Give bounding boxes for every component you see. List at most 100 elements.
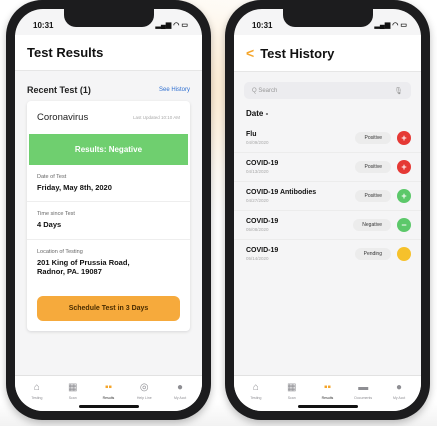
history-status: Positive +	[355, 189, 411, 203]
history-date: 04/09/2020	[246, 140, 269, 145]
tab-label: Results	[321, 395, 334, 400]
profile-icon: ●	[177, 381, 184, 393]
field-location: Location of Testing 201 King of Prussia …	[27, 240, 190, 286]
field-label: Location of Testing	[37, 248, 83, 255]
tab-label: Help Line	[136, 395, 152, 400]
history-row[interactable]: COVID-19 Antibodies 04/27/2020 Positive …	[234, 182, 421, 211]
help-icon: ◎	[139, 381, 149, 393]
documents-icon: ▬	[358, 381, 369, 393]
history-name: COVID-19	[246, 247, 279, 254]
tab-label: Testing	[31, 395, 43, 400]
tab-label: My Acct	[173, 395, 187, 400]
results-icon: ▪▪	[323, 381, 332, 393]
status-pill: Positive	[355, 132, 391, 144]
history-status: Positive +	[355, 160, 411, 174]
status-time: 10:31	[252, 20, 273, 30]
minus-icon[interactable]: −	[397, 218, 411, 232]
tab-label: Scan	[68, 395, 77, 400]
phone-test-results: 10:31 ▂▄▆ ◠ ▭ Test Results Recent Test (…	[6, 0, 211, 420]
tab-my-acct[interactable]: ● My Acct	[384, 382, 414, 400]
profile-icon: ●	[396, 381, 403, 393]
history-row[interactable]: COVID-19 05/14/2020 Pending	[234, 240, 421, 268]
history-name: COVID-19 Antibodies	[246, 189, 317, 196]
history-row[interactable]: Flu 04/09/2020 Positive +	[234, 124, 421, 153]
phone-notch	[282, 9, 373, 27]
wifi-icon: ◠	[392, 22, 399, 29]
signal-icon: ▂▄▆	[374, 22, 391, 29]
status-pill: Negative	[353, 219, 391, 231]
header: Test Results	[15, 35, 202, 71]
card-header: Coronavirus Last Updated 10:10 AM	[27, 101, 190, 134]
plus-icon[interactable]: +	[397, 160, 411, 174]
wifi-icon: ◠	[173, 22, 180, 29]
field-value: 201 King of Prussia Road, Radnor, PA. 19…	[37, 257, 130, 277]
tab-testing[interactable]: ⌂ Testing	[241, 382, 271, 400]
home-indicator[interactable]	[297, 405, 358, 408]
tab-label: My Acct	[392, 395, 406, 400]
tab-scan[interactable]: ▦ Scan	[58, 382, 88, 400]
test-name: Coronavirus	[37, 112, 89, 123]
history-date: 04/13/2020	[246, 169, 269, 174]
back-button[interactable]: <	[246, 45, 254, 61]
field-label: Date of Test	[37, 174, 67, 180]
status-icons: ▂▄▆ ◠ ▭	[156, 21, 188, 29]
tab-my-acct[interactable]: ● My Acct	[165, 382, 195, 400]
signal-icon: ▂▄▆	[155, 22, 172, 29]
history-row[interactable]: COVID-19 04/13/2020 Positive +	[234, 153, 421, 182]
home-icon: ⌂	[252, 381, 259, 393]
battery-icon: ▭	[400, 22, 407, 29]
test-results-screen: 10:31 ▂▄▆ ◠ ▭ Test Results Recent Test (…	[15, 9, 202, 411]
see-history-link[interactable]: See History	[159, 87, 190, 93]
field-date-of-test: Date of Test Friday, May 8th, 2020	[27, 165, 190, 203]
history-info: COVID-19 05/14/2020	[246, 247, 278, 261]
tab-label: Documents	[354, 395, 373, 400]
history-info: Flu 04/09/2020	[246, 131, 269, 145]
tab-testing[interactable]: ⌂ Testing	[22, 382, 52, 400]
date-sort-header[interactable]: Date -	[234, 103, 421, 124]
result-banner: Results: Negative	[29, 134, 188, 165]
tab-label: Results	[102, 395, 115, 400]
home-indicator[interactable]	[78, 405, 139, 408]
history-row[interactable]: COVID-19 05/08/2020 Negative −	[234, 211, 421, 240]
search-left: Q Search	[252, 88, 277, 94]
history-name: COVID-19	[246, 160, 279, 167]
tab-label: Scan	[287, 395, 296, 400]
tab-documents[interactable]: ▬ Documents	[348, 382, 378, 400]
field-value: Friday, May 8th, 2020	[37, 183, 112, 192]
pending-dot-icon[interactable]	[397, 247, 411, 261]
recent-test-header: Recent Test (1) See History	[15, 71, 202, 101]
status-pill: Pending	[354, 248, 391, 260]
status-icons: ▂▄▆ ◠ ▭	[375, 21, 407, 29]
results-icon: ▪▪	[104, 381, 113, 393]
field-value: 4 Days	[37, 220, 62, 230]
tab-results[interactable]: ▪▪ Results	[312, 382, 342, 400]
history-status: Positive +	[355, 131, 411, 145]
phone-notch	[63, 9, 154, 27]
test-result-card: Coronavirus Last Updated 10:10 AM Result…	[27, 101, 190, 331]
header: < Test History	[234, 35, 421, 72]
tab-label: Testing	[250, 395, 262, 400]
history-date: 04/27/2020	[246, 198, 269, 203]
tab-scan[interactable]: ▦ Scan	[277, 382, 307, 400]
plus-icon[interactable]: +	[397, 131, 411, 145]
history-status: Pending	[354, 247, 411, 261]
tab-help-line[interactable]: ◎ Help Line	[129, 382, 159, 400]
tab-results[interactable]: ▪▪ Results	[93, 382, 123, 400]
history-name: COVID-19	[246, 218, 279, 225]
microphone-icon[interactable]: 🎙︎	[394, 87, 403, 95]
status-time: 10:31	[33, 20, 54, 30]
schedule-test-button[interactable]: Schedule Test in 3 Days	[37, 295, 180, 321]
test-history-screen: 10:31 ▂▄▆ ◠ ▭ < Test History Q Search 🎙︎…	[234, 9, 421, 411]
plus-icon[interactable]: +	[397, 189, 411, 203]
scan-icon: ▦	[67, 381, 78, 393]
history-info: COVID-19 05/08/2020	[246, 218, 278, 232]
history-info: COVID-19 04/13/2020	[246, 160, 278, 174]
search-placeholder: Q Search	[252, 87, 278, 94]
status-pill: Positive	[355, 161, 391, 173]
history-status: Negative −	[353, 218, 411, 232]
history-date: 05/14/2020	[246, 256, 269, 261]
history-name: Flu	[246, 131, 257, 138]
search-input[interactable]: Q Search 🎙︎	[244, 82, 411, 99]
phone-test-history: 10:31 ▂▄▆ ◠ ▭ < Test History Q Search 🎙︎…	[225, 0, 430, 420]
field-label: Time since Test	[37, 211, 75, 218]
